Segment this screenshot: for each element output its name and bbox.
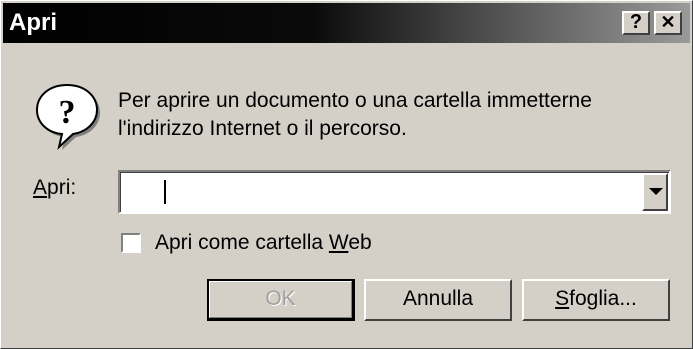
cancel-button-label: Annulla: [402, 287, 474, 310]
open-label-accel: A: [33, 176, 48, 199]
cancel-button[interactable]: Annulla: [364, 279, 512, 321]
close-icon: ✕: [660, 12, 676, 32]
web-label-suffix: eb: [348, 231, 372, 254]
message-line-1: Per aprire un documento o una cartella i…: [118, 89, 592, 112]
open-path-input[interactable]: [128, 176, 658, 208]
browse-button[interactable]: Sfoglia...: [522, 279, 670, 321]
dropdown-button[interactable]: [642, 173, 668, 211]
web-label-prefix: Apri come cartella: [155, 231, 329, 254]
close-button[interactable]: ✕: [654, 11, 682, 35]
open-combobox[interactable]: [118, 170, 671, 214]
chevron-down-icon: [649, 188, 663, 195]
open-label-rest: pri:: [47, 176, 77, 199]
text-caret: [164, 180, 166, 204]
browse-label-accel: S: [555, 287, 570, 310]
help-button[interactable]: ?: [622, 11, 650, 35]
message-line-2: l'indirizzo Internet o il percorso.: [118, 117, 407, 140]
title-bar[interactable]: Apri ? ✕: [3, 3, 690, 43]
web-label-accel: W: [328, 231, 349, 254]
dialog-message: Per aprire un documento o una cartella i…: [118, 87, 592, 143]
open-field-label: Apri:: [33, 176, 76, 200]
question-icon: ?: [35, 83, 100, 150]
browse-label-rest: foglia...: [569, 287, 637, 310]
help-icon: ?: [629, 11, 643, 33]
open-dialog: Apri ? ✕ ? Per aprire un documento o una…: [0, 0, 693, 349]
ok-button-bevel: [209, 281, 352, 318]
web-folder-label[interactable]: Apri come cartella Web: [155, 231, 372, 255]
web-folder-checkbox[interactable]: [121, 233, 141, 253]
window-title: Apri: [9, 9, 57, 36]
svg-text:?: ?: [59, 94, 76, 131]
ok-button[interactable]: OK: [207, 279, 355, 321]
